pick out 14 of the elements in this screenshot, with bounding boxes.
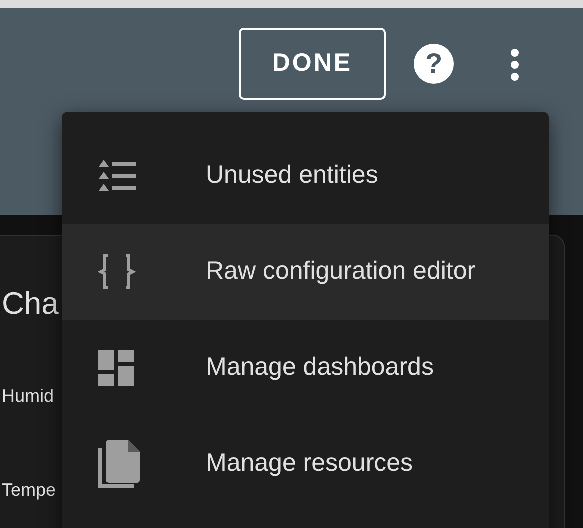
list-icon xyxy=(98,158,136,194)
menu-item[interactable]: Unused entities xyxy=(62,128,549,224)
menu-item[interactable]: Manage dashboards xyxy=(62,320,549,416)
menu-item[interactable]: Manage resources xyxy=(62,416,549,512)
dashboard-icon xyxy=(98,350,134,386)
entity-name: Tempe xyxy=(2,481,56,499)
done-button[interactable]: DONE xyxy=(239,28,386,100)
card-title: Cha xyxy=(2,288,59,319)
files-icon xyxy=(98,440,140,488)
entity-name: Humid xyxy=(2,387,54,405)
menu-item[interactable]: Raw configuration editor xyxy=(62,224,549,320)
more-options-icon[interactable] xyxy=(510,49,520,81)
help-button[interactable]: ? xyxy=(414,44,454,84)
braces-icon xyxy=(98,253,136,291)
